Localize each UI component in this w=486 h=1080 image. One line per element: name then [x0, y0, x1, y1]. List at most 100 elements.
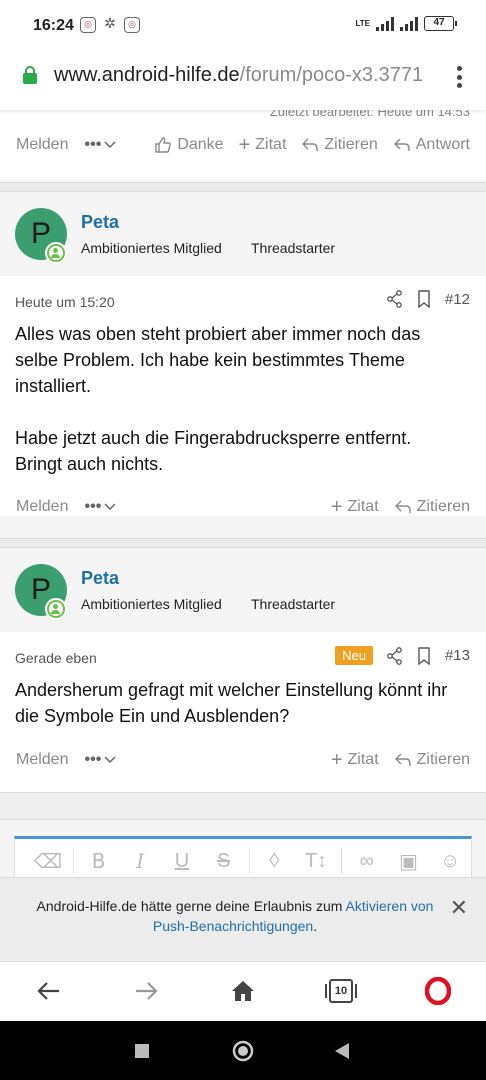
banner-text: Android-Hilfe.de hätte gerne deine Erlau…: [36, 898, 346, 914]
plus-icon: +: [330, 748, 343, 771]
share-icon[interactable]: [387, 290, 403, 308]
quote-button[interactable]: Zitieren: [394, 498, 470, 516]
quote-label: Zitieren: [416, 498, 470, 515]
back-button-icon[interactable]: [335, 1043, 349, 1064]
app-notification-icon: ◎: [80, 17, 96, 33]
quote-short-label: Zitat: [347, 498, 379, 515]
signal-icon: [376, 16, 394, 31]
report-link[interactable]: Melden: [16, 136, 68, 154]
image-icon[interactable]: ▣: [388, 849, 430, 874]
post-number[interactable]: #13: [445, 647, 470, 664]
underline-icon[interactable]: U: [161, 850, 203, 873]
banner-text-end: .: [313, 918, 318, 934]
post-user-header: P Peta Ambitioniertes Mitglied Threadsta…: [0, 194, 486, 284]
italic-icon[interactable]: I: [119, 849, 161, 873]
post-body: Alles was oben steht probiert aber immer…: [15, 324, 421, 474]
username[interactable]: Peta: [81, 212, 119, 233]
bookmark-icon[interactable]: [417, 646, 431, 665]
more-menu-button[interactable]: •••: [84, 498, 116, 516]
reply-button[interactable]: Antwort: [393, 136, 470, 154]
post-13: Gerade eben Neu #13 Andersherum gefragt …: [0, 632, 486, 792]
bookmark-icon[interactable]: [417, 290, 431, 308]
fan-icon: ✲: [104, 15, 116, 31]
more-menu-button[interactable]: •••: [84, 751, 116, 769]
quote-short-button[interactable]: + Zitat: [331, 749, 379, 772]
page-content: Zuletzt bearbeitet: Heute um 14:53 Melde…: [0, 110, 486, 960]
signal-icon: [400, 16, 418, 31]
post-action-bar: Zuletzt bearbeitet: Heute um 14:53 Melde…: [0, 110, 486, 180]
home-icon[interactable]: [228, 976, 258, 1006]
chevron-down-icon: [104, 503, 116, 511]
reply-arrow-icon: [394, 500, 411, 513]
link-icon[interactable]: ∞: [346, 850, 388, 873]
push-permission-text: Android-Hilfe.de hätte gerne deine Erlau…: [20, 896, 450, 936]
chevron-down-icon: [104, 756, 116, 764]
thread-starter-label: Threadstarter: [251, 240, 336, 256]
tabs-icon[interactable]: 10: [325, 976, 357, 1006]
report-link[interactable]: Melden: [16, 498, 68, 516]
post-action-bar: Melden ••• + Zitat Zitieren: [0, 725, 486, 795]
strikethrough-icon[interactable]: S: [203, 850, 245, 873]
recents-icon[interactable]: [135, 1044, 149, 1063]
quote-short-button[interactable]: + Zitat: [239, 134, 287, 157]
thanks-label: Danke: [177, 136, 224, 153]
quote-button[interactable]: Zitieren: [394, 751, 470, 769]
notification-icons: ◎ ✲ ◎: [80, 15, 140, 33]
close-icon[interactable]: ✕: [450, 897, 468, 919]
post-12: Heute um 15:20 #12 Alles was oben steht …: [0, 276, 486, 518]
post-time[interactable]: Heute um 15:20: [15, 294, 115, 310]
bold-icon[interactable]: B: [78, 849, 120, 873]
more-menu-button[interactable]: •••: [84, 136, 116, 154]
color-drop-icon[interactable]: ◊: [254, 850, 296, 873]
plus-icon: +: [238, 133, 251, 156]
quote-short-button[interactable]: + Zitat: [331, 496, 379, 519]
status-right: LTE 47: [355, 16, 457, 31]
plus-icon: +: [330, 495, 343, 518]
post-user-header: P Peta Ambitioniertes Mitglied Threadsta…: [0, 550, 486, 640]
member-badge-icon: [45, 242, 67, 264]
tabs-count: 10: [334, 985, 348, 997]
reply-arrow-icon: [394, 753, 411, 766]
lock-icon: [23, 66, 37, 84]
quote-label: Zitieren: [324, 136, 378, 153]
post-separator: [0, 182, 486, 192]
eraser-icon[interactable]: ⌫: [27, 849, 69, 874]
quote-short-label: Zitat: [255, 136, 287, 153]
username[interactable]: Peta: [81, 568, 119, 589]
system-navigation-bar: [0, 1021, 486, 1080]
opera-icon[interactable]: [423, 976, 453, 1006]
app-notification-icon: ◎: [124, 17, 140, 33]
chevron-down-icon: [104, 141, 116, 149]
push-permission-banner: Android-Hilfe.de hätte gerne deine Erlau…: [0, 877, 486, 961]
smiley-icon[interactable]: ☺: [429, 850, 471, 873]
report-link[interactable]: Melden: [16, 751, 68, 769]
thread-starter-label: Threadstarter: [251, 596, 336, 612]
thanks-button[interactable]: Danke: [154, 136, 224, 154]
home-button-icon[interactable]: [232, 1040, 254, 1067]
address-bar[interactable]: www.android-hilfe.de/forum/poco-x3.3771: [0, 52, 486, 110]
post-time[interactable]: Gerade eben: [15, 650, 97, 666]
url-host: www.android-hilfe.de: [54, 64, 240, 86]
kebab-menu-icon[interactable]: [456, 66, 462, 88]
post-number[interactable]: #12: [445, 291, 470, 308]
member-badge-icon: [45, 598, 67, 620]
post-action-bar: Melden ••• + Zitat Zitieren: [0, 472, 486, 542]
reply-label: Antwort: [415, 136, 470, 153]
reply-arrow-icon: [393, 138, 410, 151]
text-size-icon[interactable]: T↕: [295, 850, 337, 873]
status-bar: 16:24 ◎ ✲ ◎ LTE 47: [0, 0, 486, 52]
url-text[interactable]: www.android-hilfe.de/forum/poco-x3.3771: [54, 64, 439, 87]
quote-button[interactable]: Zitieren: [301, 136, 378, 154]
forward-arrow-icon[interactable]: [131, 976, 161, 1006]
network-type: LTE: [355, 19, 370, 28]
quote-short-label: Zitat: [347, 751, 379, 768]
url-path: /forum/poco-x3.3771: [239, 64, 424, 86]
reply-arrow-icon: [302, 138, 319, 151]
back-arrow-icon[interactable]: [34, 976, 64, 1006]
post-body: Andersherum gefragt mit welcher Einstell…: [15, 680, 448, 726]
share-icon[interactable]: [387, 646, 403, 665]
post-separator: [0, 792, 486, 820]
thumbs-up-icon: [155, 137, 172, 153]
new-badge: Neu: [335, 646, 373, 665]
post-separator: [0, 538, 486, 548]
